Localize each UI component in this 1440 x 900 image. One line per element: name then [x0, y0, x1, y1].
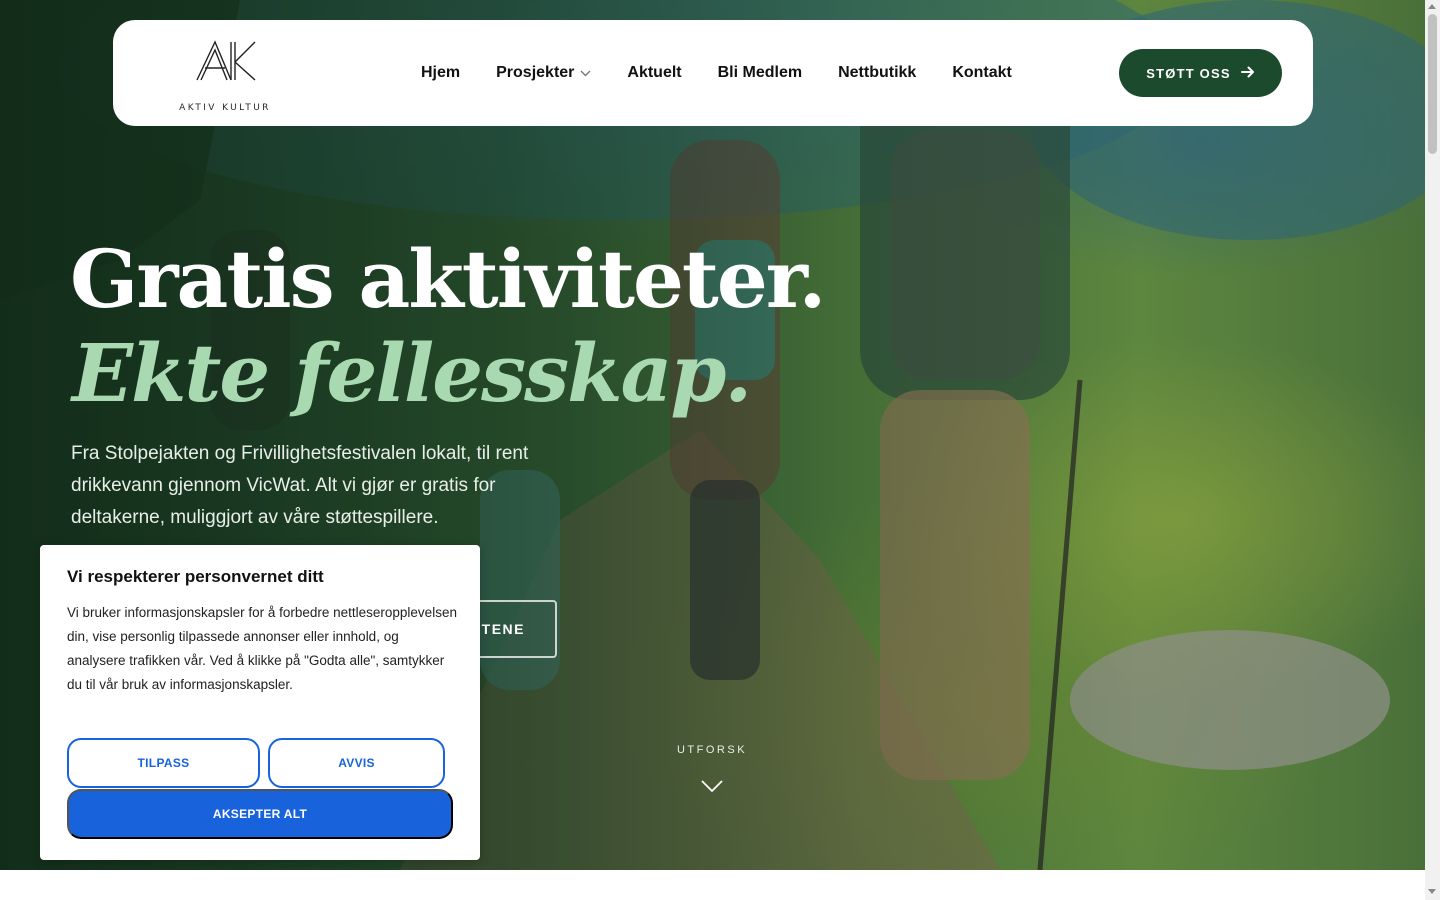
- logo-mark-icon: [196, 40, 256, 81]
- logo[interactable]: AKTIV KULTUR: [173, 40, 277, 113]
- cookie-accept-all-button[interactable]: AKSEPTER ALT: [67, 789, 453, 839]
- nav-item-bli-medlem[interactable]: Bli Medlem: [718, 64, 802, 82]
- support-us-button[interactable]: STØTT OSS: [1119, 49, 1282, 97]
- hero-title-line2: Ekte fellesskap.: [72, 326, 752, 420]
- scrollbar-thumb[interactable]: [1428, 14, 1437, 154]
- nav-item-label: Aktuelt: [627, 64, 682, 81]
- scroll-down-arrow-icon[interactable]: [1428, 889, 1436, 894]
- arrow-right-icon: [1240, 66, 1255, 81]
- support-us-label: STØTT OSS: [1146, 65, 1231, 81]
- cookie-reject-button[interactable]: AVVIS: [268, 738, 445, 788]
- scroll-up-arrow-icon[interactable]: [1428, 4, 1436, 9]
- scroll-down-chevron-icon[interactable]: [700, 778, 724, 797]
- nav-item-prosjekter[interactable]: Prosjekter: [496, 64, 591, 82]
- nav-item-label: Kontakt: [952, 64, 1012, 81]
- nav-item-nettbutikk[interactable]: Nettbutikk: [838, 64, 916, 82]
- cookie-body: Vi bruker informasjonskapsler for å forb…: [67, 605, 457, 692]
- logo-text: AKTIV KULTUR: [179, 103, 271, 113]
- cookie-title: Vi respekterer personvernet ditt: [67, 567, 324, 586]
- site-header: AKTIV KULTUR Hjem Prosjekter Aktuelt Bli…: [113, 20, 1313, 126]
- cookie-consent-dialog: Vi respekterer personvernet ditt Vi bruk…: [40, 545, 480, 860]
- nav-item-aktuelt[interactable]: Aktuelt: [627, 64, 681, 82]
- cookie-customize-button[interactable]: TILPASS: [67, 738, 260, 788]
- main-nav: Hjem Prosjekter Aktuelt Bli Medlem Nettb…: [421, 20, 1048, 126]
- chevron-down-icon: [580, 64, 591, 82]
- nav-item-label: Bli Medlem: [717, 64, 803, 81]
- explore-label: UTFORSK: [676, 744, 748, 756]
- nav-item-label: Prosjekter: [496, 64, 575, 81]
- hero-title-line1: Gratis aktiviteter.: [70, 232, 826, 326]
- page-scrollbar[interactable]: [1425, 0, 1440, 900]
- hero-lead: Fra Stolpejakten og Frivillighetsfestiva…: [71, 443, 529, 528]
- nav-item-hjem[interactable]: Hjem: [421, 64, 460, 82]
- nav-item-label: Nettbutikk: [838, 64, 917, 81]
- nav-item-kontakt[interactable]: Kontakt: [952, 64, 1012, 82]
- nav-item-label: Hjem: [421, 64, 461, 81]
